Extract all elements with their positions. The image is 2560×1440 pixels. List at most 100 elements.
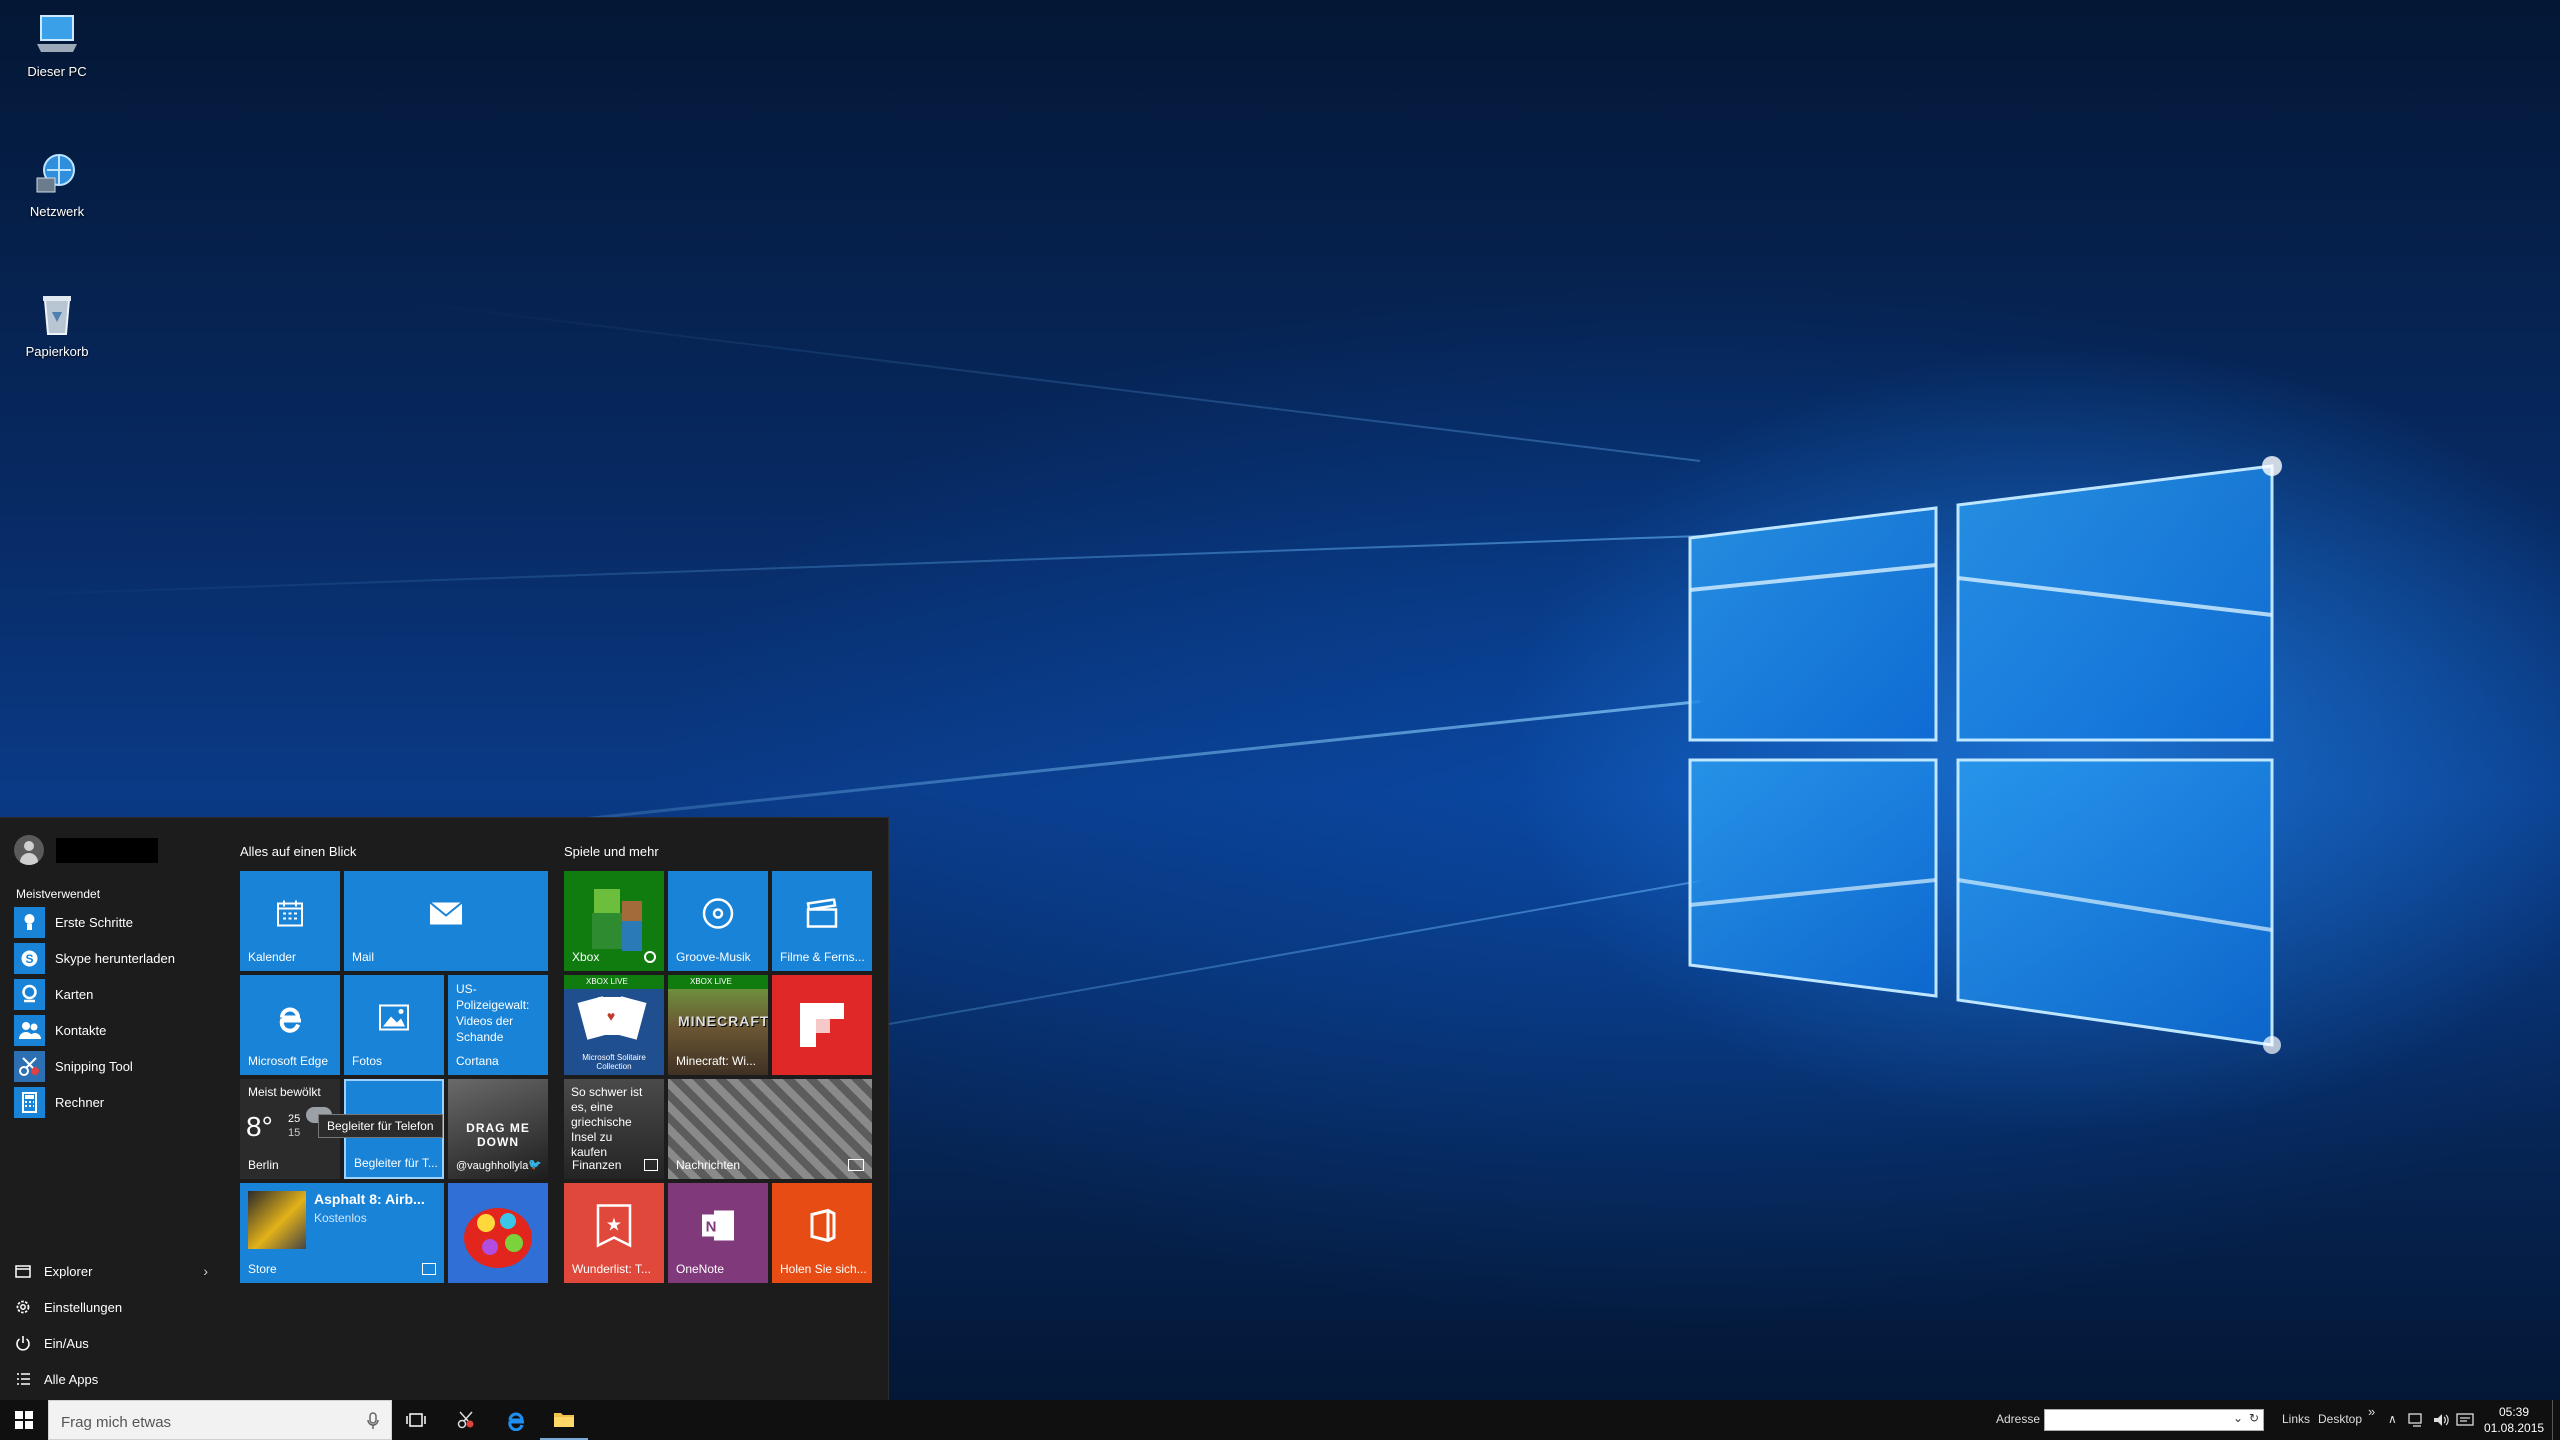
user-name-redacted[interactable] — [56, 838, 158, 863]
network-icon[interactable] — [2408, 1412, 2426, 1428]
tile-label: Nachrichten — [676, 1158, 741, 1172]
start-all-apps[interactable]: Alle Apps — [14, 1364, 214, 1394]
start-menu: Meistverwendet Erste Schritte S Skype he… — [0, 817, 889, 1401]
taskbar-file-explorer[interactable] — [540, 1400, 588, 1440]
start-settings-label: Einstellungen — [44, 1299, 123, 1315]
chevron-right-icon[interactable]: › — [203, 1263, 208, 1279]
most-used-item-snipping-tool[interactable]: Snipping Tool — [14, 1049, 214, 1083]
tile-label: Begleiter für T... — [354, 1156, 438, 1170]
light-beam — [1, 535, 1701, 597]
people-icon — [14, 1014, 45, 1046]
minecraft-logo-text: MINECRAFT — [678, 1013, 768, 1029]
tile-label: Kalender — [248, 950, 297, 964]
chevron-down-icon[interactable]: ⌄ — [2233, 1411, 2243, 1425]
most-used-label: Kontakte — [55, 1022, 107, 1038]
taskbar-clock[interactable]: 05:39 01.08.2015 — [2484, 1404, 2544, 1436]
desktop-icon-recycle-bin[interactable]: Papierkorb — [14, 290, 100, 359]
recycle-bin-icon — [33, 290, 81, 338]
tile-xbox[interactable]: Xbox — [564, 871, 664, 971]
most-used-item-contacts[interactable]: Kontakte — [14, 1013, 214, 1047]
tile-candy-crush[interactable] — [448, 1183, 548, 1283]
desktop-icon-this-pc[interactable]: Dieser PC — [14, 10, 100, 79]
light-beam — [409, 301, 1701, 462]
tile-label: OneNote — [676, 1262, 725, 1276]
music-disc-icon — [701, 897, 735, 936]
most-used-item-skype[interactable]: S Skype herunterladen — [14, 941, 214, 975]
desktop-toolbar[interactable]: Desktop — [2318, 1412, 2362, 1426]
folder-icon — [554, 1413, 574, 1427]
start-explorer[interactable]: Explorer › — [14, 1256, 214, 1286]
toolbar-overflow-button[interactable]: » — [2368, 1404, 2375, 1419]
most-used-heading: Meistverwendet — [16, 887, 101, 901]
user-avatar-icon[interactable] — [14, 835, 44, 865]
tile-store[interactable]: Asphalt 8: Airb... Kostenlos Store — [240, 1183, 444, 1283]
address-toolbar-label: Adresse — [1996, 1412, 2041, 1426]
tile-twitter[interactable]: DRAG ME DOWN @vaughhollyla 🐦 — [448, 1079, 548, 1179]
search-input[interactable] — [59, 1410, 353, 1434]
tile-movies-tv[interactable]: Filme & Ferns... — [772, 871, 872, 971]
cortana-search-box[interactable] — [48, 1400, 392, 1440]
asphalt-app-image — [248, 1191, 306, 1249]
tile-photos[interactable]: Fotos — [344, 975, 444, 1075]
tile-edge[interactable]: Microsoft Edge — [240, 975, 340, 1075]
tile-label: Berlin — [248, 1158, 279, 1172]
desktop-icon-network[interactable]: Netzwerk — [14, 150, 100, 219]
tile-get-office[interactable]: Holen Sie sich... — [772, 1183, 872, 1283]
onenote-icon: N — [700, 1209, 736, 1248]
tile-label: Minecraft: Wi... — [676, 1054, 757, 1068]
microphone-icon[interactable] — [367, 1412, 379, 1430]
taskbar-snipping-tool[interactable] — [442, 1400, 490, 1440]
tile-onenote[interactable]: N OneNote — [668, 1183, 768, 1283]
taskbar-edge[interactable] — [492, 1400, 540, 1440]
tile-calendar[interactable]: Kalender — [240, 871, 340, 971]
clock-time: 05:39 — [2498, 1405, 2530, 1419]
tile-label: Microsoft Solitaire Collection — [582, 1053, 646, 1071]
edge-icon — [273, 1001, 307, 1040]
folder-icon — [14, 1262, 32, 1280]
tile-solitaire[interactable]: XBOX LIVE ♥ Microsoft Solitaire Collecti… — [564, 975, 664, 1075]
tile-label: Fotos — [352, 1054, 383, 1068]
tile-groove-music[interactable]: Groove-Musik — [668, 871, 768, 971]
tile-wunderlist[interactable]: ★ Wunderlist: T... — [564, 1183, 664, 1283]
volume-icon[interactable] — [2432, 1412, 2450, 1428]
tile-news[interactable]: Nachrichten — [668, 1079, 872, 1179]
svg-text:N: N — [706, 1219, 717, 1236]
chevron-up-icon[interactable]: ∧ — [2388, 1412, 2397, 1426]
list-icon — [14, 1370, 32, 1388]
edge-icon — [508, 1412, 524, 1431]
start-button[interactable] — [0, 1400, 48, 1440]
tile-group-title: Alles auf einen Blick — [240, 844, 357, 859]
clapperboard-icon — [806, 898, 838, 934]
action-center-icon[interactable] — [2456, 1412, 2474, 1428]
tile-mail[interactable]: Mail — [344, 871, 548, 971]
most-used-item-calculator[interactable]: Rechner — [14, 1085, 214, 1119]
tile-finance[interactable]: So schwer ist es, eine griechische Insel… — [564, 1079, 664, 1179]
calculator-icon — [14, 1086, 45, 1118]
start-settings[interactable]: Einstellungen — [14, 1292, 214, 1322]
start-all-apps-label: Alle Apps — [44, 1371, 99, 1387]
tile-cortana[interactable]: US-Polizeigewalt: Videos der Schande Cor… — [448, 975, 548, 1075]
most-used-item-getting-started[interactable]: Erste Schritte — [14, 905, 214, 939]
task-view-icon — [406, 1413, 426, 1427]
network-globe-icon — [33, 150, 81, 198]
weather-status: Meist bewölkt — [248, 1085, 321, 1099]
scissors-icon — [457, 1411, 474, 1429]
tile-label: Mail — [352, 950, 375, 964]
links-toolbar[interactable]: Links — [2282, 1412, 2310, 1426]
twitter-image-text: DRAG ME DOWN — [466, 1121, 530, 1149]
flipboard-logo-icon — [800, 1003, 844, 1047]
gear-icon — [14, 1298, 32, 1316]
refresh-icon[interactable]: ↻ — [2249, 1411, 2259, 1425]
most-used-item-maps[interactable]: Karten — [14, 977, 214, 1011]
weather-high: 25 — [288, 1113, 301, 1125]
address-input[interactable]: ⌄ ↻ — [2044, 1409, 2264, 1431]
most-used-label: Rechner — [55, 1094, 105, 1110]
tile-label: Wunderlist: T... — [572, 1262, 651, 1276]
tile-flipboard[interactable] — [772, 975, 872, 1075]
tile-minecraft[interactable]: XBOX LIVE MINECRAFT Minecraft: Wi... — [668, 975, 768, 1075]
show-desktop-button[interactable] — [2552, 1400, 2560, 1440]
mail-icon — [429, 901, 463, 931]
start-power[interactable]: Ein/Aus — [14, 1328, 214, 1358]
task-view-button[interactable] — [392, 1400, 440, 1440]
most-used-label: Skype herunterladen — [55, 950, 175, 966]
